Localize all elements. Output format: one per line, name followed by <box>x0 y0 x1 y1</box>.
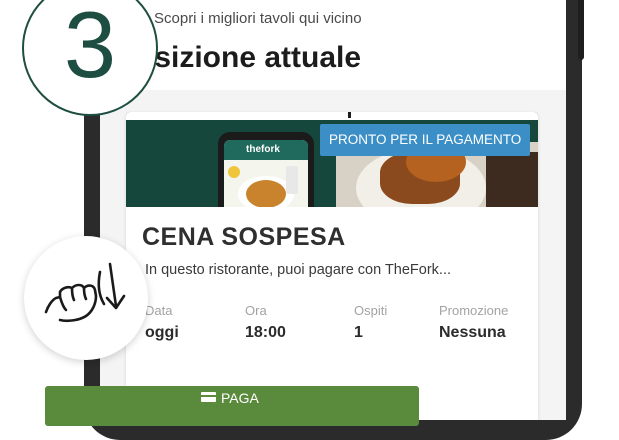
detail-label-promo: Promozione <box>439 303 509 318</box>
detail-value-guests: 1 <box>354 324 363 341</box>
pay-button-label: PAGA <box>221 390 259 406</box>
header-subtitle: Scopri i migliori tavoli qui vicino <box>154 10 362 27</box>
detail-value-date: oggi <box>145 324 179 341</box>
step-indicator: 3 <box>22 0 158 116</box>
step-number: 3 <box>63 0 117 97</box>
mini-app-logo: thefork <box>246 144 280 155</box>
swipe-down-hand-icon <box>44 262 126 323</box>
banner-mark <box>348 112 351 118</box>
detail-label-time: Ora <box>245 303 267 318</box>
detail-value-time: 18:00 <box>245 324 286 341</box>
page-title: osizione attuale <box>136 41 362 74</box>
banner-top-stripe <box>126 112 538 120</box>
credit-card-icon <box>201 392 216 402</box>
mini-glass <box>286 166 298 194</box>
reservation-card[interactable]: thefork PRONTO PER IL PAGAMENTO CENA SOS… <box>126 112 538 420</box>
mini-flower <box>228 166 240 178</box>
swipe-gesture-hint <box>24 236 148 360</box>
mini-phone-screen: thefork <box>224 140 308 207</box>
mini-app-header: thefork <box>224 140 308 160</box>
header: Scopri i migliori tavoli qui vicino osiz… <box>100 0 566 90</box>
card-title: CENA SOSPESA <box>142 223 346 251</box>
detail-label-date: Data <box>145 303 173 318</box>
card-description: In questo ristorante, puoi pagare con Th… <box>145 262 452 278</box>
detail-value-promo: Nessuna <box>439 324 506 341</box>
detail-label-guests: Ospiti <box>354 303 388 318</box>
pay-button[interactable]: PAGA <box>45 386 419 426</box>
phone-side-button <box>578 0 584 60</box>
mini-food <box>246 180 286 207</box>
card-banner-image: thefork PRONTO PER IL PAGAMENTO <box>126 112 538 207</box>
status-badge: PRONTO PER IL PAGAMENTO <box>320 124 531 156</box>
app-screen: Scopri i migliori tavoli qui vicino osiz… <box>100 0 566 420</box>
food-shadow <box>486 152 538 207</box>
